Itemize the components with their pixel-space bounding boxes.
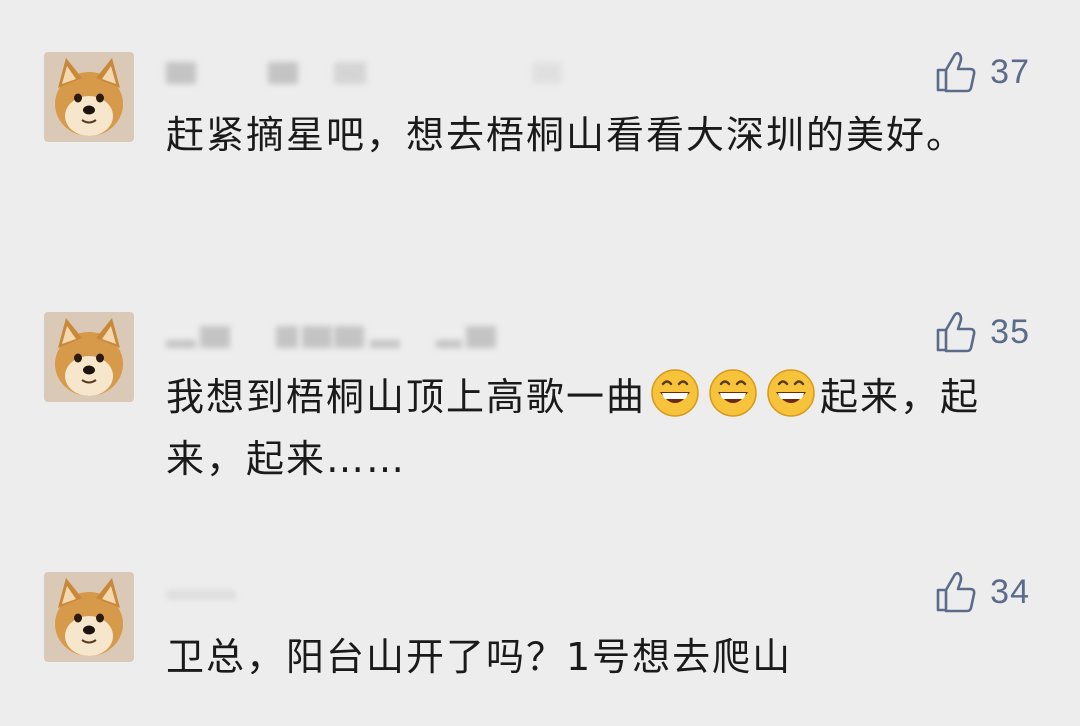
username-redacted xyxy=(166,326,506,348)
thumbs-up-icon xyxy=(934,50,978,94)
thumbs-up-icon xyxy=(934,310,978,354)
comment-text: 我想到梧桐山顶上高歌一曲 起来，起来，起来…… xyxy=(166,366,1026,490)
grinning-face-icon xyxy=(708,368,758,418)
like-count: 34 xyxy=(990,572,1030,611)
like-count: 35 xyxy=(990,312,1030,351)
avatar[interactable] xyxy=(44,52,134,142)
thumbs-up-icon xyxy=(934,570,978,614)
grinning-face-icon xyxy=(766,368,816,418)
comment-text-part: 我想到梧桐山顶上高歌一曲 xyxy=(166,375,647,419)
avatar[interactable] xyxy=(44,312,134,402)
grinning-face-icon xyxy=(650,368,700,418)
comment-text: 卫总，阳台山开了吗？1号想去爬山 xyxy=(166,635,793,679)
username-redacted xyxy=(166,590,246,612)
username-redacted xyxy=(166,62,566,84)
like-button[interactable]: 37 xyxy=(934,52,1030,92)
like-button[interactable]: 34 xyxy=(934,572,1030,612)
avatar[interactable] xyxy=(44,572,134,662)
like-button[interactable]: 35 xyxy=(934,312,1030,352)
comment-text: 赶紧摘星吧，想去梧桐山看看大深圳的美好。 xyxy=(166,113,967,157)
like-count: 37 xyxy=(990,52,1030,91)
